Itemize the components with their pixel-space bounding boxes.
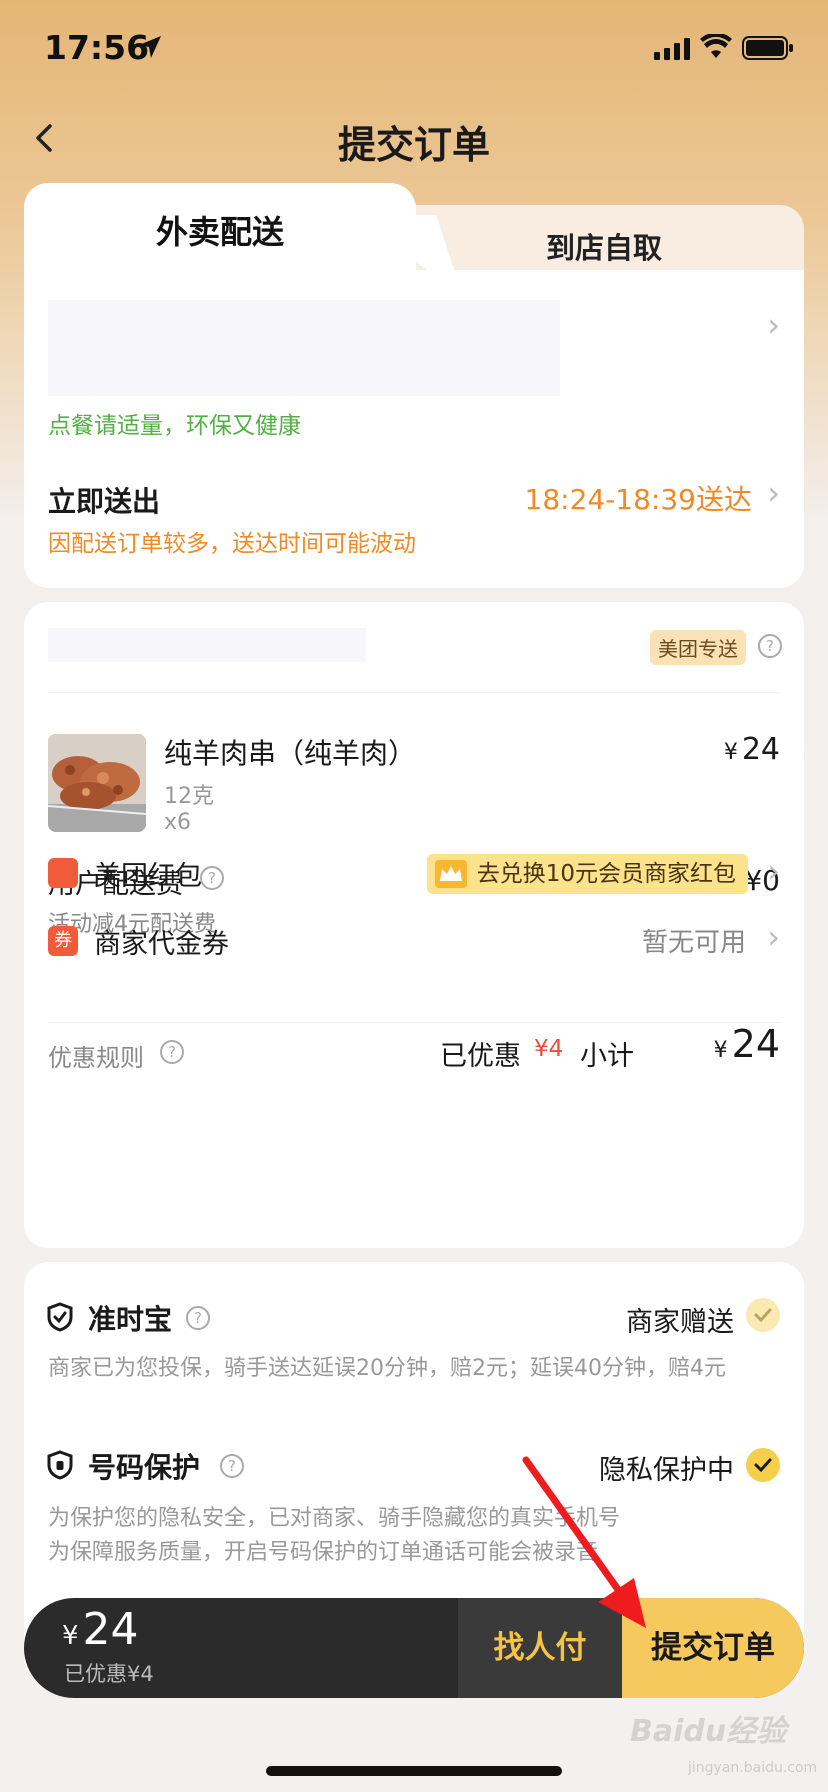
privacy-check-icon[interactable] [746,1448,780,1482]
voucher-label[interactable]: 商家代金券 [94,922,229,961]
delivery-mode-tabs: 外卖配送 到店自取 [24,183,804,275]
currency-symbol: ¥ [62,1621,79,1651]
deliver-now-label: 立即送出 [48,485,161,518]
voucher-icon: 券 [48,926,78,956]
pay-for-me-button[interactable]: 找人付 [458,1598,622,1698]
wifi-icon [700,34,732,58]
saved-label: 已优惠 [440,1041,521,1072]
privacy-description-1: 为保护您的隐私安全，已对商家、骑手隐藏您的真实手机号 [48,1506,621,1531]
checkout-bar: ¥24 已优惠¥4 找人付 提交订单 [24,1598,804,1698]
help-icon[interactable]: ? [186,1306,210,1330]
total-amount: ¥24 [62,1604,139,1655]
home-indicator [266,1766,562,1776]
ontime-status: 商家赠送 [626,1307,734,1338]
ontime-title: 准时宝 [88,1303,173,1336]
subtotal-value: 24 [731,1022,780,1066]
total-value: 24 [82,1604,139,1655]
page-title: 提交订单 [337,123,490,167]
currency-symbol: ¥ [713,1038,728,1063]
tab-delivery-label[interactable]: 外卖配送 [24,207,416,253]
shield-check-icon [47,1302,73,1332]
cellular-signal-icon [654,38,690,60]
member-red-packet-promo-text: 去兑换10元会员商家红包 [476,861,736,887]
food-price: ¥24 [724,732,780,767]
ontime-description: 商家已为您投保，骑手送达延误20分钟，赔2元；延误40分钟，赔4元 [48,1356,726,1381]
shield-lock-icon [47,1450,73,1480]
member-red-packet-promo[interactable]: 去兑换10元会员商家红包 [426,854,748,894]
help-icon[interactable]: ? [220,1454,244,1478]
discount-rules-label[interactable]: 优惠规则 [48,1038,144,1073]
subtotal-amount: ¥24 [714,1022,780,1066]
delivery-warning: 因配送订单较多，送达时间可能波动 [48,531,416,557]
delivery-time-chevron-icon[interactable]: › [767,474,780,512]
status-bar: 17:56 [0,0,828,100]
voucher-chevron-icon[interactable]: › [767,918,780,956]
currency-symbol: ¥ [723,740,738,765]
privacy-title: 号码保护 [88,1451,201,1484]
tab-pickup-label[interactable]: 到店自取 [404,225,804,267]
watermark-url: jingyan.baidu.com [688,1760,818,1776]
saved-amount: ¥4 [534,1036,564,1062]
battery-icon [742,36,793,60]
help-icon[interactable]: ? [758,634,782,658]
divider [48,1022,780,1023]
address-card: › 点餐请适量，环保又健康 立即送出 18:24-18:39送达 › 因配送订单… [24,270,804,588]
food-price-value: 24 [741,732,780,767]
eco-tip: 点餐请适量，环保又健康 [48,413,301,439]
red-packet-icon [48,858,78,888]
status-time: 17:56 [44,28,150,67]
subtotal-label: 小计 [580,1041,634,1072]
food-name: 纯羊肉串（纯羊肉） [164,737,417,770]
red-packet-chevron-icon[interactable]: › [767,852,780,890]
total-saved: 已优惠¥4 [64,1662,154,1686]
ontime-check-icon [746,1298,780,1332]
privacy-description-2: 为保障服务质量，开启号码保护的订单通话可能会被录音 [48,1540,599,1565]
food-quantity: x6 [164,810,192,835]
address-chevron-icon[interactable]: › [767,306,780,344]
help-icon[interactable]: ? [200,866,224,890]
watermark-logo: Baidu经验 [630,1714,787,1749]
food-spec: 12克 [164,784,214,809]
delivery-time[interactable]: 18:24-18:39送达 [525,478,753,518]
submit-order-button[interactable]: 提交订单 [622,1598,804,1698]
divider [48,692,780,693]
crown-icon [434,860,467,888]
store-name-placeholder [48,628,366,662]
privacy-status: 隐私保护中 [599,1455,734,1486]
location-arrow-icon [139,36,161,58]
help-icon[interactable]: ? [160,1040,184,1064]
voucher-status[interactable]: 暂无可用 [642,922,746,959]
delivery-badge: 美团专送 [650,630,746,665]
address-placeholder[interactable] [48,300,560,396]
order-card: 美团专送 ? 纯羊肉串（纯羊肉） 12克 x6 ¥24 用户配送费 ? ¥4 ¥… [24,602,804,1248]
food-image [48,734,146,832]
red-packet-label: 美团红包 [94,861,202,892]
